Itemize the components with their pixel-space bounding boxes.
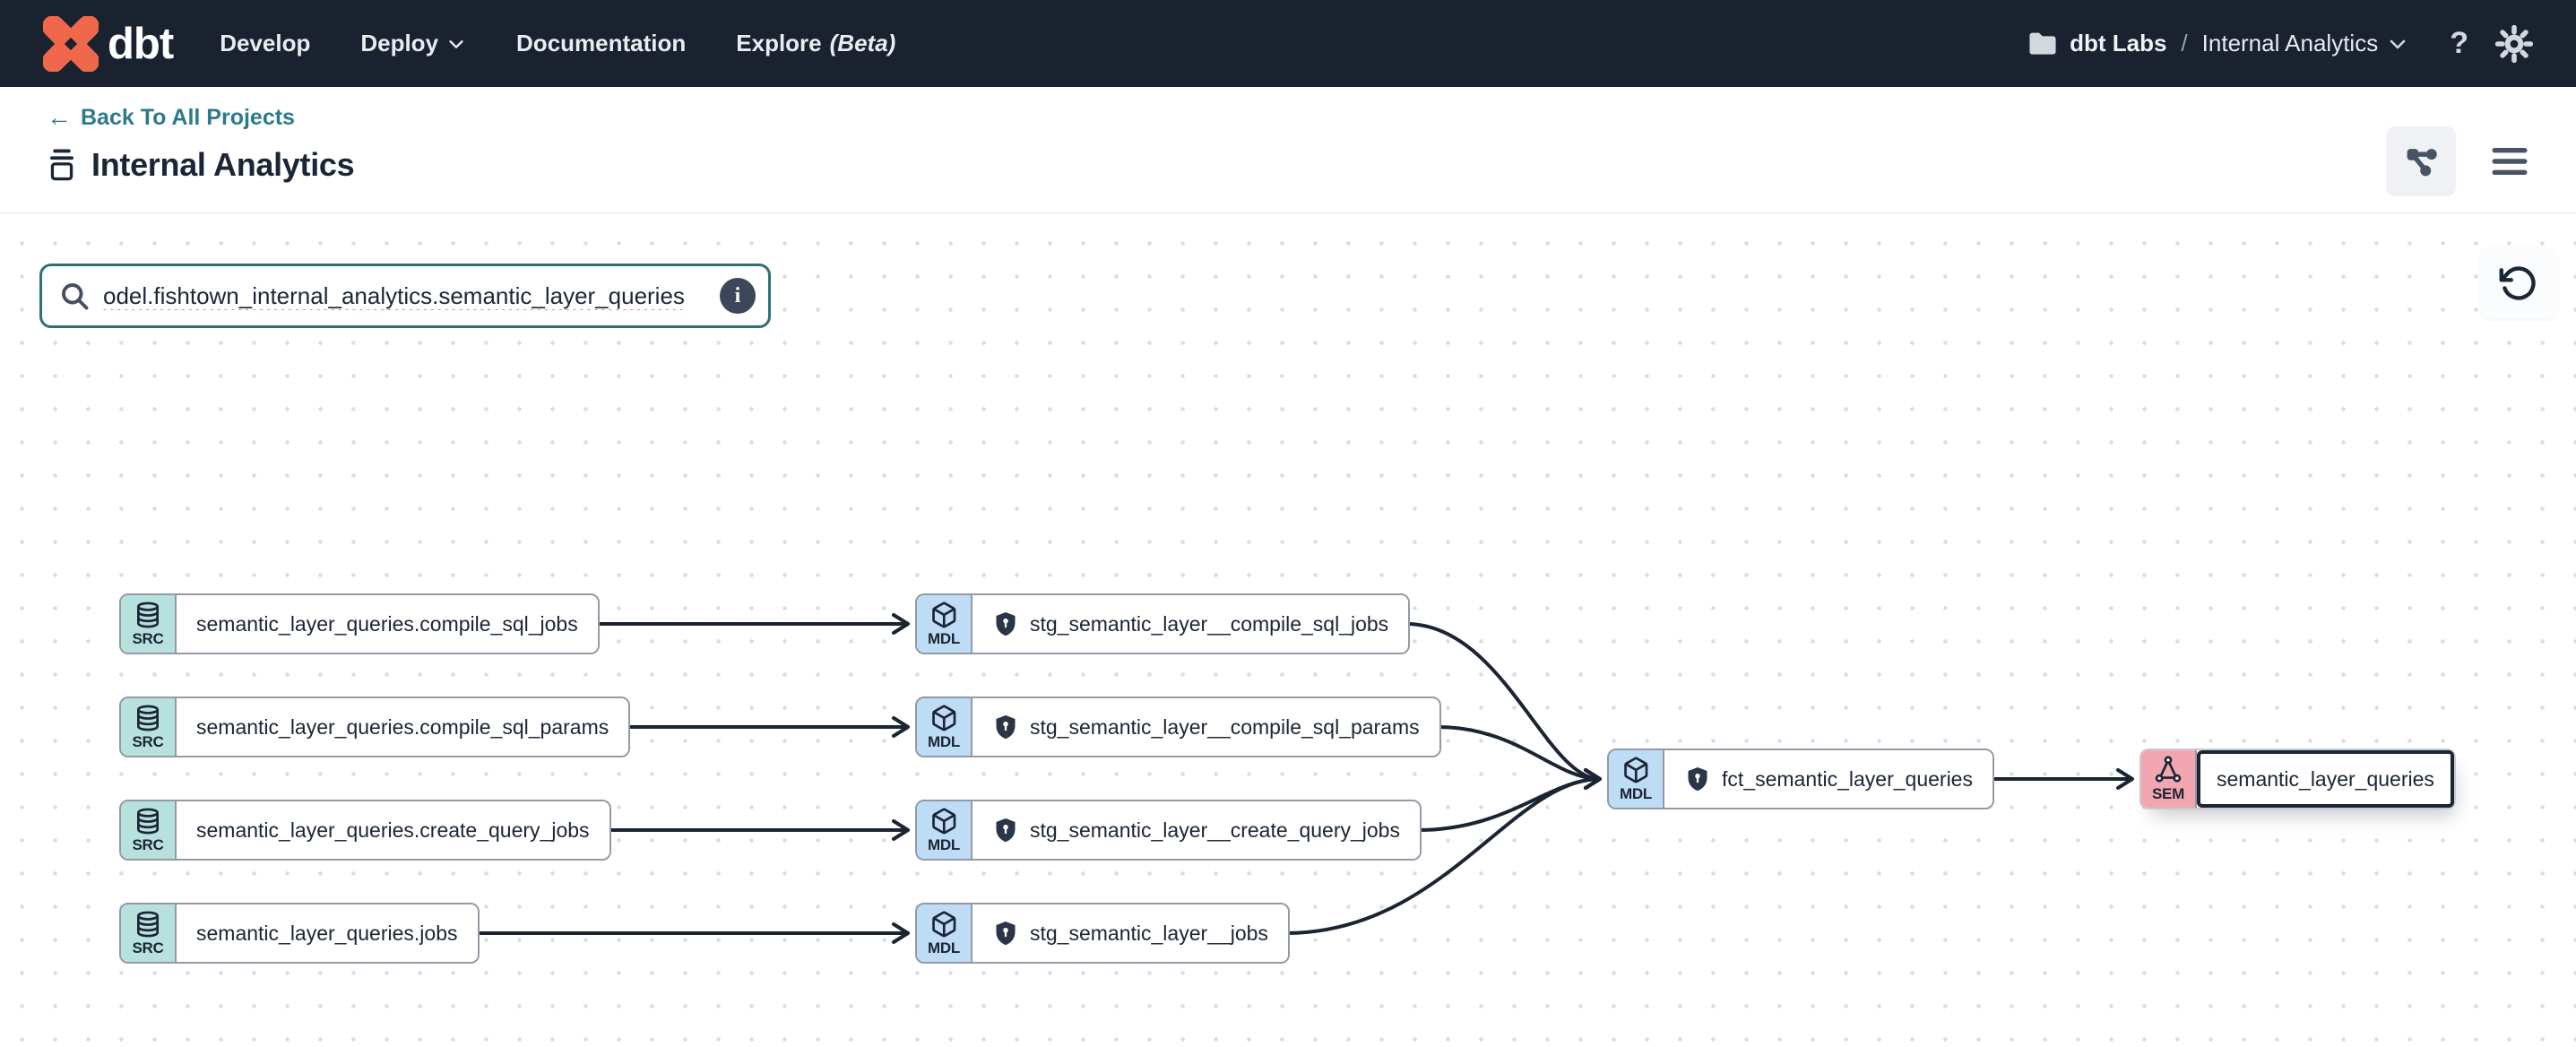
graph-node-fct[interactable]: MDL fct_semantic_layer_queries xyxy=(1607,748,1994,809)
cube-icon xyxy=(929,601,958,629)
graph-node-src4[interactable]: SRC semantic_layer_queries.jobs xyxy=(119,903,480,964)
graph-node-src2[interactable]: SRC semantic_layer_queries.compile_sql_p… xyxy=(119,697,630,757)
graph-node-mdl3[interactable]: MDL stg_semantic_layer__create_query_job… xyxy=(915,800,1422,861)
dbt-logo-mark-icon xyxy=(43,16,99,72)
node-label: fct_semantic_layer_queries xyxy=(1722,767,1973,792)
node-type-label: SRC xyxy=(133,733,164,751)
node-type-label: SRC xyxy=(133,630,164,648)
node-label: semantic_layer_queries.compile_sql_jobs xyxy=(196,612,578,636)
graph-node-mdl4[interactable]: MDL stg_semantic_layer__jobs xyxy=(915,903,1290,964)
page-title: Internal Analytics xyxy=(91,146,354,184)
hamburger-icon xyxy=(2489,145,2530,177)
folder-icon xyxy=(2027,30,2059,58)
back-to-projects-link[interactable]: ← Back To All Projects xyxy=(47,103,354,132)
node-type-badge: MDL xyxy=(917,595,972,653)
node-label: stg_semantic_layer__jobs xyxy=(1030,922,1268,946)
node-label: stg_semantic_layer__create_query_jobs xyxy=(1030,818,1400,843)
node-type-badge: SRC xyxy=(121,801,177,859)
dbt-logo[interactable]: dbt xyxy=(43,16,173,72)
node-type-label: MDL xyxy=(928,630,960,648)
cube-icon xyxy=(929,704,958,732)
lineage-view-button[interactable] xyxy=(2386,126,2456,196)
lineage-search-input[interactable]: odel.fishtown_internal_analytics.semanti… xyxy=(39,264,771,328)
search-icon xyxy=(58,280,91,312)
shield-icon xyxy=(992,920,1019,947)
node-type-badge: MDL xyxy=(917,904,972,962)
node-type-label: MDL xyxy=(1620,785,1652,803)
lineage-canvas[interactable]: SRC semantic_layer_queries.compile_sql_j… xyxy=(0,214,2576,1047)
node-label: semantic_layer_queries xyxy=(2217,767,2434,792)
settings-gear-icon xyxy=(2495,25,2533,63)
project-icon xyxy=(47,147,77,183)
graph-node-sem[interactable]: SEM semantic_layer_queries xyxy=(2139,748,2456,809)
node-type-label: SRC xyxy=(133,836,164,854)
node-type-badge: SEM xyxy=(2141,750,2197,808)
node-label: stg_semantic_layer__compile_sql_params xyxy=(1030,715,1420,740)
nav-deploy[interactable]: Deploy xyxy=(360,30,466,57)
node-type-label: SRC xyxy=(133,939,164,957)
hamburger-menu-button[interactable] xyxy=(2483,134,2537,188)
main-menu: Develop Deploy Documentation Explore (Be… xyxy=(220,30,895,57)
nav-deploy-label: Deploy xyxy=(360,30,438,57)
node-type-label: MDL xyxy=(928,836,960,854)
node-type-badge: SRC xyxy=(121,904,177,962)
settings-button[interactable] xyxy=(2495,25,2533,63)
database-icon xyxy=(134,601,162,629)
shield-icon xyxy=(1684,766,1711,792)
node-label: semantic_layer_queries.jobs xyxy=(196,922,458,946)
database-icon xyxy=(134,704,162,732)
shield-icon xyxy=(992,610,1019,637)
node-label: semantic_layer_queries.compile_sql_param… xyxy=(196,715,609,740)
node-type-badge: SRC xyxy=(121,595,177,653)
node-type-badge: MDL xyxy=(1609,750,1664,808)
project-selector[interactable]: Internal Analytics xyxy=(2202,30,2379,57)
graph-node-src3[interactable]: SRC semantic_layer_queries.create_query_… xyxy=(119,800,611,861)
lineage-edge-mdl3-fct xyxy=(1418,779,1600,830)
database-icon xyxy=(134,807,162,835)
nav-explore-label: Explore xyxy=(736,30,821,57)
lineage-edge-mdl2-fct xyxy=(1438,727,1600,779)
chevron-down-icon xyxy=(446,34,466,54)
account-name[interactable]: dbt Labs xyxy=(2070,30,2166,57)
info-icon[interactable]: i xyxy=(720,278,756,314)
search-input-value[interactable]: odel.fishtown_internal_analytics.semanti… xyxy=(103,282,720,310)
project-header: ← Back To All Projects Internal Analytic… xyxy=(0,87,2576,213)
nav-develop[interactable]: Develop xyxy=(220,30,310,57)
graph-node-src1[interactable]: SRC semantic_layer_queries.compile_sql_j… xyxy=(119,593,600,654)
node-label: stg_semantic_layer__compile_sql_jobs xyxy=(1030,612,1388,636)
help-button[interactable]: ? xyxy=(2450,26,2468,61)
rotate-ccw-icon xyxy=(2499,264,2538,303)
nav-documentation[interactable]: Documentation xyxy=(516,30,686,57)
graph-node-mdl2[interactable]: MDL stg_semantic_layer__compile_sql_para… xyxy=(915,697,1441,757)
node-type-badge: SRC xyxy=(121,698,177,756)
node-type-badge: MDL xyxy=(917,698,972,756)
shield-icon xyxy=(992,714,1019,740)
dbt-logo-text: dbt xyxy=(108,19,173,69)
shield-icon xyxy=(992,817,1019,844)
graph-node-mdl1[interactable]: MDL stg_semantic_layer__compile_sql_jobs xyxy=(915,593,1410,654)
cube-icon xyxy=(929,910,958,939)
nav-explore-beta-label: (Beta) xyxy=(830,30,896,57)
node-type-label: MDL xyxy=(928,733,960,751)
cube-icon xyxy=(1621,756,1650,784)
lineage-graph-icon xyxy=(2401,142,2441,181)
nav-develop-label: Develop xyxy=(220,30,310,57)
node-type-label: MDL xyxy=(928,939,960,957)
semantic-model-icon xyxy=(2154,756,2183,784)
node-type-label: SEM xyxy=(2152,785,2184,803)
database-icon xyxy=(134,910,162,939)
reset-view-button[interactable] xyxy=(2480,247,2557,319)
node-label: semantic_layer_queries.create_query_jobs xyxy=(196,818,590,843)
dbt-cloud-app: dbt Develop Deploy Documentation Explore… xyxy=(0,0,2576,1047)
back-to-projects-label: Back To All Projects xyxy=(81,105,295,131)
top-navbar: dbt Develop Deploy Documentation Explore… xyxy=(0,0,2576,87)
chevron-down-icon[interactable] xyxy=(2387,33,2408,55)
arrow-left-icon: ← xyxy=(47,103,72,132)
cube-icon xyxy=(929,807,958,835)
nav-explore[interactable]: Explore (Beta) xyxy=(736,30,895,57)
nav-documentation-label: Documentation xyxy=(516,30,686,57)
breadcrumb-separator: / xyxy=(2181,30,2187,57)
node-type-badge: MDL xyxy=(917,801,972,859)
